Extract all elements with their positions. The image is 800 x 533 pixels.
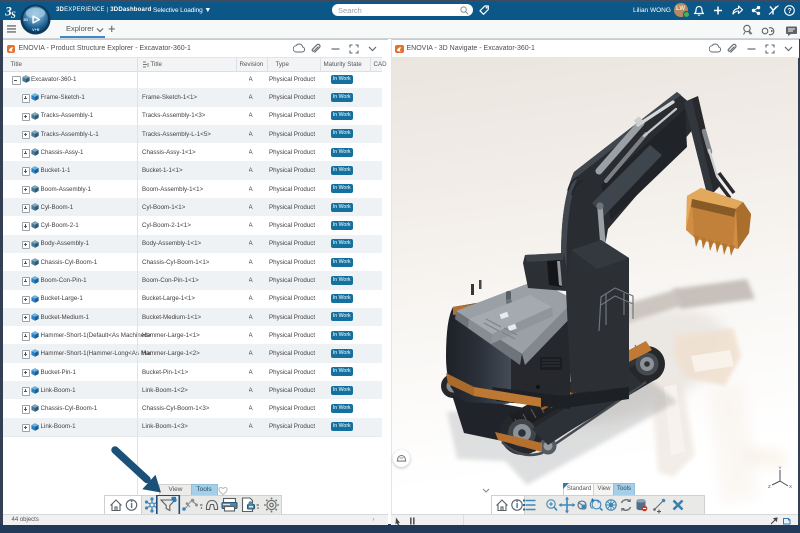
svg-text:S: S xyxy=(11,10,16,20)
svg-text:Y: Y xyxy=(779,465,782,470)
svg-text:X: X xyxy=(789,484,792,489)
svg-text:3D: 3D xyxy=(23,17,28,21)
svg-text:Z: Z xyxy=(768,484,771,489)
svg-text:V+R: V+R xyxy=(32,28,40,32)
svg-text:?: ? xyxy=(788,8,792,15)
